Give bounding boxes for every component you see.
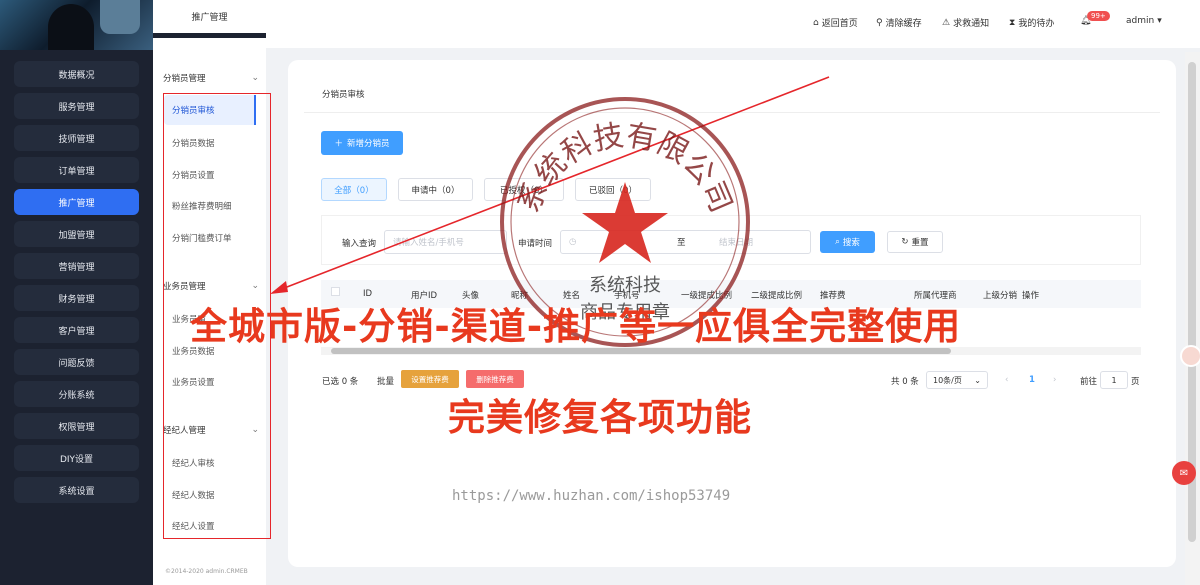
- pin-icon: ⚲: [876, 17, 883, 28]
- hourglass-icon: ⧗: [1009, 17, 1016, 28]
- page-number-current[interactable]: 1: [1029, 375, 1035, 385]
- banner-figure: [48, 4, 94, 50]
- next-page-button[interactable]: ›: [1053, 375, 1056, 385]
- clear-cache-link[interactable]: ⚲ 清除缓存: [876, 16, 922, 30]
- sidebar-copyright: ©2014-2020 admin.CRMEB: [165, 568, 248, 575]
- nav-item-feedback[interactable]: 问题反馈: [14, 349, 139, 375]
- col-actions: 操作: [1022, 291, 1040, 301]
- secondary-sidebar-title: 推广管理: [153, 0, 266, 38]
- banner-figure-secondary: [100, 0, 140, 34]
- todo-link[interactable]: ⧗ 我的待办: [1009, 16, 1055, 30]
- nav-item-promotion[interactable]: 推广管理: [14, 189, 139, 215]
- chevron-down-icon: ⌄: [974, 375, 981, 385]
- group-label: 分销员管理: [163, 74, 206, 84]
- chat-icon: ✉: [1179, 467, 1189, 479]
- alarm-icon: ⚠: [942, 17, 951, 28]
- rescue-link[interactable]: ⚠ 求救通知: [942, 16, 990, 30]
- reset-label: 重置: [911, 238, 929, 248]
- nav-item-permissions[interactable]: 权限管理: [14, 413, 139, 439]
- seal-middle-text: 系统科技: [589, 275, 661, 296]
- delete-fee-button[interactable]: 删除推荐费: [466, 370, 524, 388]
- user-menu[interactable]: admin ▾: [1126, 16, 1162, 26]
- page-unit-label: 页: [1131, 377, 1140, 387]
- nav-item-finance[interactable]: 财务管理: [14, 285, 139, 311]
- set-fee-button[interactable]: 设置推荐费: [401, 370, 459, 388]
- nav-item-diy[interactable]: DIY设置: [14, 445, 139, 471]
- nav-item-services[interactable]: 服务管理: [14, 93, 139, 119]
- rescue-label: 求救通知: [953, 19, 990, 29]
- page-size-value: 10条/页: [933, 375, 962, 385]
- nav-item-split-system[interactable]: 分账系统: [14, 381, 139, 407]
- watermark-url: https://www.huzhan.com/ishop53749: [452, 488, 731, 504]
- prev-page-button[interactable]: ‹: [1005, 375, 1008, 385]
- caret-down-icon: ▾: [1157, 16, 1162, 26]
- home-link[interactable]: ⌂ 返回首页: [813, 16, 858, 30]
- home-icon: ⌂: [813, 17, 819, 28]
- goto-label: 前往: [1080, 377, 1098, 387]
- nav-item-dashboard[interactable]: 数据概况: [14, 61, 139, 87]
- total-count: 共 0 条: [891, 377, 919, 387]
- todo-label: 我的待办: [1018, 19, 1055, 29]
- notification-badge: 99+: [1087, 11, 1110, 21]
- refresh-icon: ↻: [901, 237, 909, 247]
- nav-item-system-settings[interactable]: 系统设置: [14, 477, 139, 503]
- batch-label: 批量: [377, 377, 395, 387]
- chevron-down-icon: ⌄: [251, 73, 259, 83]
- group-distributor[interactable]: 分销员管理 ⌄: [163, 72, 259, 84]
- floating-chat-button[interactable]: ✉: [1172, 461, 1196, 485]
- page-size-select[interactable]: 10条/页 ⌄: [926, 371, 988, 389]
- star-icon: [582, 182, 668, 263]
- clear-cache-label: 清除缓存: [885, 19, 922, 29]
- watermark-subline: 完美修复各项功能: [448, 396, 752, 439]
- nav-item-customers[interactable]: 客户管理: [14, 317, 139, 343]
- nav-item-orders[interactable]: 订单管理: [14, 157, 139, 183]
- nav-item-technicians[interactable]: 技师管理: [14, 125, 139, 151]
- selected-count: 已选 0 条: [322, 377, 359, 387]
- nav-item-marketing[interactable]: 营销管理: [14, 253, 139, 279]
- primary-sidebar: 数据概况 服务管理 技师管理 订单管理 推广管理 加盟管理 营销管理 财务管理 …: [0, 0, 153, 585]
- home-label: 返回首页: [821, 19, 858, 29]
- watermark-headline: 全城市版-分销-渠道-推广等一应俱全完整使用: [190, 305, 962, 348]
- reset-button[interactable]: ↻ 重置: [887, 231, 943, 253]
- goto-page-input[interactable]: 1: [1100, 371, 1128, 389]
- page-vertical-scrollbar[interactable]: [1185, 52, 1200, 585]
- floating-avatar[interactable]: [1180, 345, 1200, 367]
- top-header: [266, 0, 1200, 48]
- col-parent-distributor: 上级分销: [983, 291, 1018, 301]
- user-name: admin: [1126, 16, 1155, 26]
- nav-item-franchise[interactable]: 加盟管理: [14, 221, 139, 247]
- sidebar-banner-image: [0, 0, 153, 50]
